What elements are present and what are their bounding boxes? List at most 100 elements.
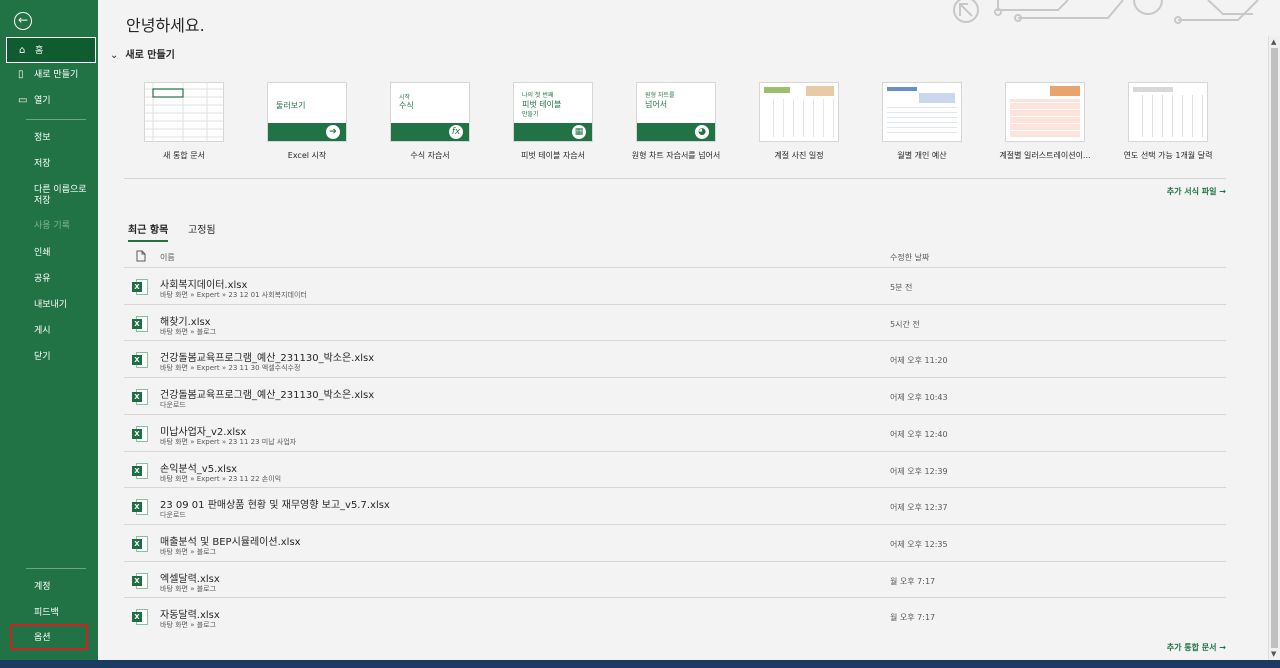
template-label-pivot: 피벗 테이블 자습서: [521, 151, 585, 160]
template-green-bar: ➔: [268, 123, 346, 141]
excel-file-icon: X: [132, 462, 148, 479]
nav-feedback[interactable]: 피드백: [6, 600, 96, 626]
template-label-seasonal: 계절 사진 일정: [774, 151, 824, 160]
file-row[interactable]: X 사회복지데이터.xlsx 바탕 화면 » Expert » 23 12 01 사…: [124, 267, 1226, 304]
nav-account[interactable]: 계정: [6, 574, 96, 600]
tab-pinned[interactable]: 고정됨: [188, 221, 216, 236]
nav-close[interactable]: 닫기: [6, 344, 96, 370]
file-path: 다운로드: [160, 511, 186, 520]
new-section-title: 새로 만들기: [125, 50, 175, 61]
file-name: 엑셀달력.xlsx: [160, 573, 220, 585]
calendar-header-block: [1133, 87, 1173, 92]
calendar-grid: [1010, 99, 1080, 137]
home-icon: ⌂: [19, 45, 26, 56]
template-green-bar: ◕: [637, 123, 715, 141]
more-workbooks-link[interactable]: 추가 통합 문서 →: [1167, 642, 1226, 653]
budget-chart-block: [919, 93, 955, 103]
file-row[interactable]: X 건강돌봄교육프로그램_예산_231130_박소은.xlsx 바탕 화면 » Ex…: [124, 340, 1226, 377]
calendar-photo: [806, 86, 834, 96]
nav-home-label: 홈: [35, 46, 44, 56]
file-name: 23 09 01 판매상품 현황 및 재무영향 보고_v5.7.xlsx: [160, 500, 390, 512]
template-excel-start[interactable]: 둘러보기 ➔: [267, 82, 347, 142]
file-row[interactable]: X 매출분석 및 BEP시뮬레이션.xlsx 바탕 화면 » 블로그 어제 오후 12…: [124, 523, 1226, 561]
scroll-thumb[interactable]: [1271, 48, 1278, 648]
template-pie-tutorial[interactable]: 원형 차트를 넘어서 ◕: [636, 82, 716, 142]
file-name: 손익분석_v5.xlsx: [160, 463, 238, 475]
template-thumb-text: 넘어서: [645, 100, 668, 109]
file-path: 바탕 화면 » Expert » 23 11 22 손이익: [160, 474, 282, 483]
template-blank-workbook[interactable]: [144, 82, 224, 142]
file-date: 월 오후 7:17: [890, 576, 936, 586]
spreadsheet-grid-icon: [145, 83, 223, 141]
nav-share[interactable]: 공유: [6, 266, 96, 292]
template-monthly-budget[interactable]: [882, 82, 962, 142]
fx-icon: fx: [449, 125, 463, 139]
file-row[interactable]: X 미납사업자_v2.xlsx 바탕 화면 » Expert » 23 11 23 …: [124, 413, 1226, 451]
template-year-calendar[interactable]: [1128, 82, 1208, 142]
template-pivot-tutorial[interactable]: 나의 첫 번째 피벗 테이블 만들기 ▦: [513, 82, 593, 142]
nav-new[interactable]: ▯ 새로 만들기: [6, 62, 96, 88]
folder-icon: ▭: [18, 95, 28, 106]
excel-file-icon: X: [132, 389, 148, 406]
arrow-right-icon: ➔: [326, 125, 340, 139]
file-name: 건강돌봄교육프로그램_예산_231130_박소은.xlsx: [160, 353, 375, 365]
nav-divider-bottom: [26, 568, 86, 569]
new-file-icon: ▯: [18, 69, 24, 80]
scroll-down-icon[interactable]: ▼: [1271, 650, 1276, 658]
calendar-header-block: [764, 87, 790, 93]
section-divider: [124, 178, 1226, 179]
file-date: 5시간 전: [890, 319, 920, 329]
file-name: 매출분석 및 BEP시뮬레이션.xlsx: [160, 536, 301, 548]
calendar-grid: [764, 99, 834, 137]
more-templates-link[interactable]: 추가 서식 파일 →: [1167, 186, 1226, 197]
template-illustrated-calendar[interactable]: [1005, 82, 1085, 142]
file-path: 바탕 화면 » Expert » 23 12 01 사회복지데이터: [160, 291, 307, 299]
excel-file-icon: X: [132, 279, 148, 295]
file-path: 바탕 화면 » 블로그: [160, 327, 217, 336]
budget-table-block: [887, 107, 957, 137]
file-date: 월 오후 7:17: [890, 613, 936, 623]
nav-print[interactable]: 인쇄: [6, 240, 96, 266]
vertical-scrollbar[interactable]: ▲ ▼: [1268, 36, 1280, 660]
nav-open-label: 열기: [34, 96, 51, 106]
nav-export[interactable]: 내보내기: [6, 292, 96, 318]
calendar-grid: [1133, 95, 1203, 137]
file-name: 사회복지데이터.xlsx: [160, 280, 248, 291]
backstage-main: 안녕하세요. ⌄ 새로 만들기 새 통합 문서 둘러보기 ➔ Excel 시작 시…: [98, 0, 1268, 660]
nav-history: 사용 기록: [34, 221, 70, 231]
backstage-sidebar: ← ⌂ 홈 ▯ 새로 만들기 ▭ 열기 정보 저장 다른 이름으로 저장 사용 기록 …: [0, 0, 98, 660]
file-row[interactable]: X 엑셀달력.xlsx 바탕 화면 » 블로그 월 오후 7:17: [124, 560, 1226, 598]
file-name: 자동달력.xlsx: [160, 610, 220, 622]
nav-save-as[interactable]: 다른 이름으로 저장: [6, 183, 96, 213]
excel-file-icon: X: [132, 572, 148, 589]
nav-publish[interactable]: 게시: [6, 318, 96, 344]
nav-save[interactable]: 저장: [6, 151, 96, 177]
template-formula-tutorial[interactable]: 시작 수식 fx: [390, 82, 470, 142]
file-name: 해찾기.xlsx: [160, 316, 211, 328]
excel-file-icon: X: [132, 352, 148, 369]
excel-file-icon: X: [132, 499, 148, 516]
nav-open[interactable]: ▭ 열기: [6, 88, 96, 114]
excel-file-icon: X: [132, 609, 148, 626]
nav-info[interactable]: 정보: [6, 125, 96, 151]
pie-chart-icon: ◕: [695, 125, 709, 139]
template-seasonal-calendar[interactable]: [759, 82, 839, 142]
file-row[interactable]: X 손익분석_v5.xlsx 바탕 화면 » Expert » 23 11 22 손…: [124, 450, 1226, 488]
scroll-up-icon[interactable]: ▲: [1271, 38, 1276, 46]
file-row[interactable]: X 건강돌봄교육프로그램_예산_231130_박소은.xlsx 다운로드 어제 오후 …: [124, 377, 1226, 414]
file-path: 바탕 화면 » Expert » 23 11 23 미납 사업자: [160, 437, 297, 446]
taskbar: [0, 660, 1280, 668]
excel-file-icon: X: [132, 315, 148, 332]
file-row[interactable]: X 23 09 01 판매상품 현황 및 재무영향 보고_v5.7.xlsx 다운로…: [124, 487, 1226, 524]
template-thumb-sub: 만들기: [522, 111, 539, 118]
file-path: 바탕 화면 » 블로그: [160, 584, 217, 593]
file-name: 미납사업자_v2.xlsx: [160, 426, 247, 438]
file-row[interactable]: X 자동달력.xlsx 바탕 화면 » 블로그 월 오후 7:17: [124, 597, 1226, 634]
nav-home[interactable]: ⌂ 홈: [6, 37, 96, 63]
new-section-header[interactable]: ⌄ 새로 만들기: [110, 46, 175, 61]
file-date: 어제 오후 12:40: [890, 429, 948, 439]
back-arrow-icon[interactable]: ←: [14, 12, 32, 30]
file-row[interactable]: X 해찾기.xlsx 바탕 화면 » 블로그 5시간 전: [124, 303, 1226, 341]
tab-recent[interactable]: 최근 항목: [128, 221, 169, 242]
file-path: 바탕 화면 » 블로그: [160, 547, 217, 556]
